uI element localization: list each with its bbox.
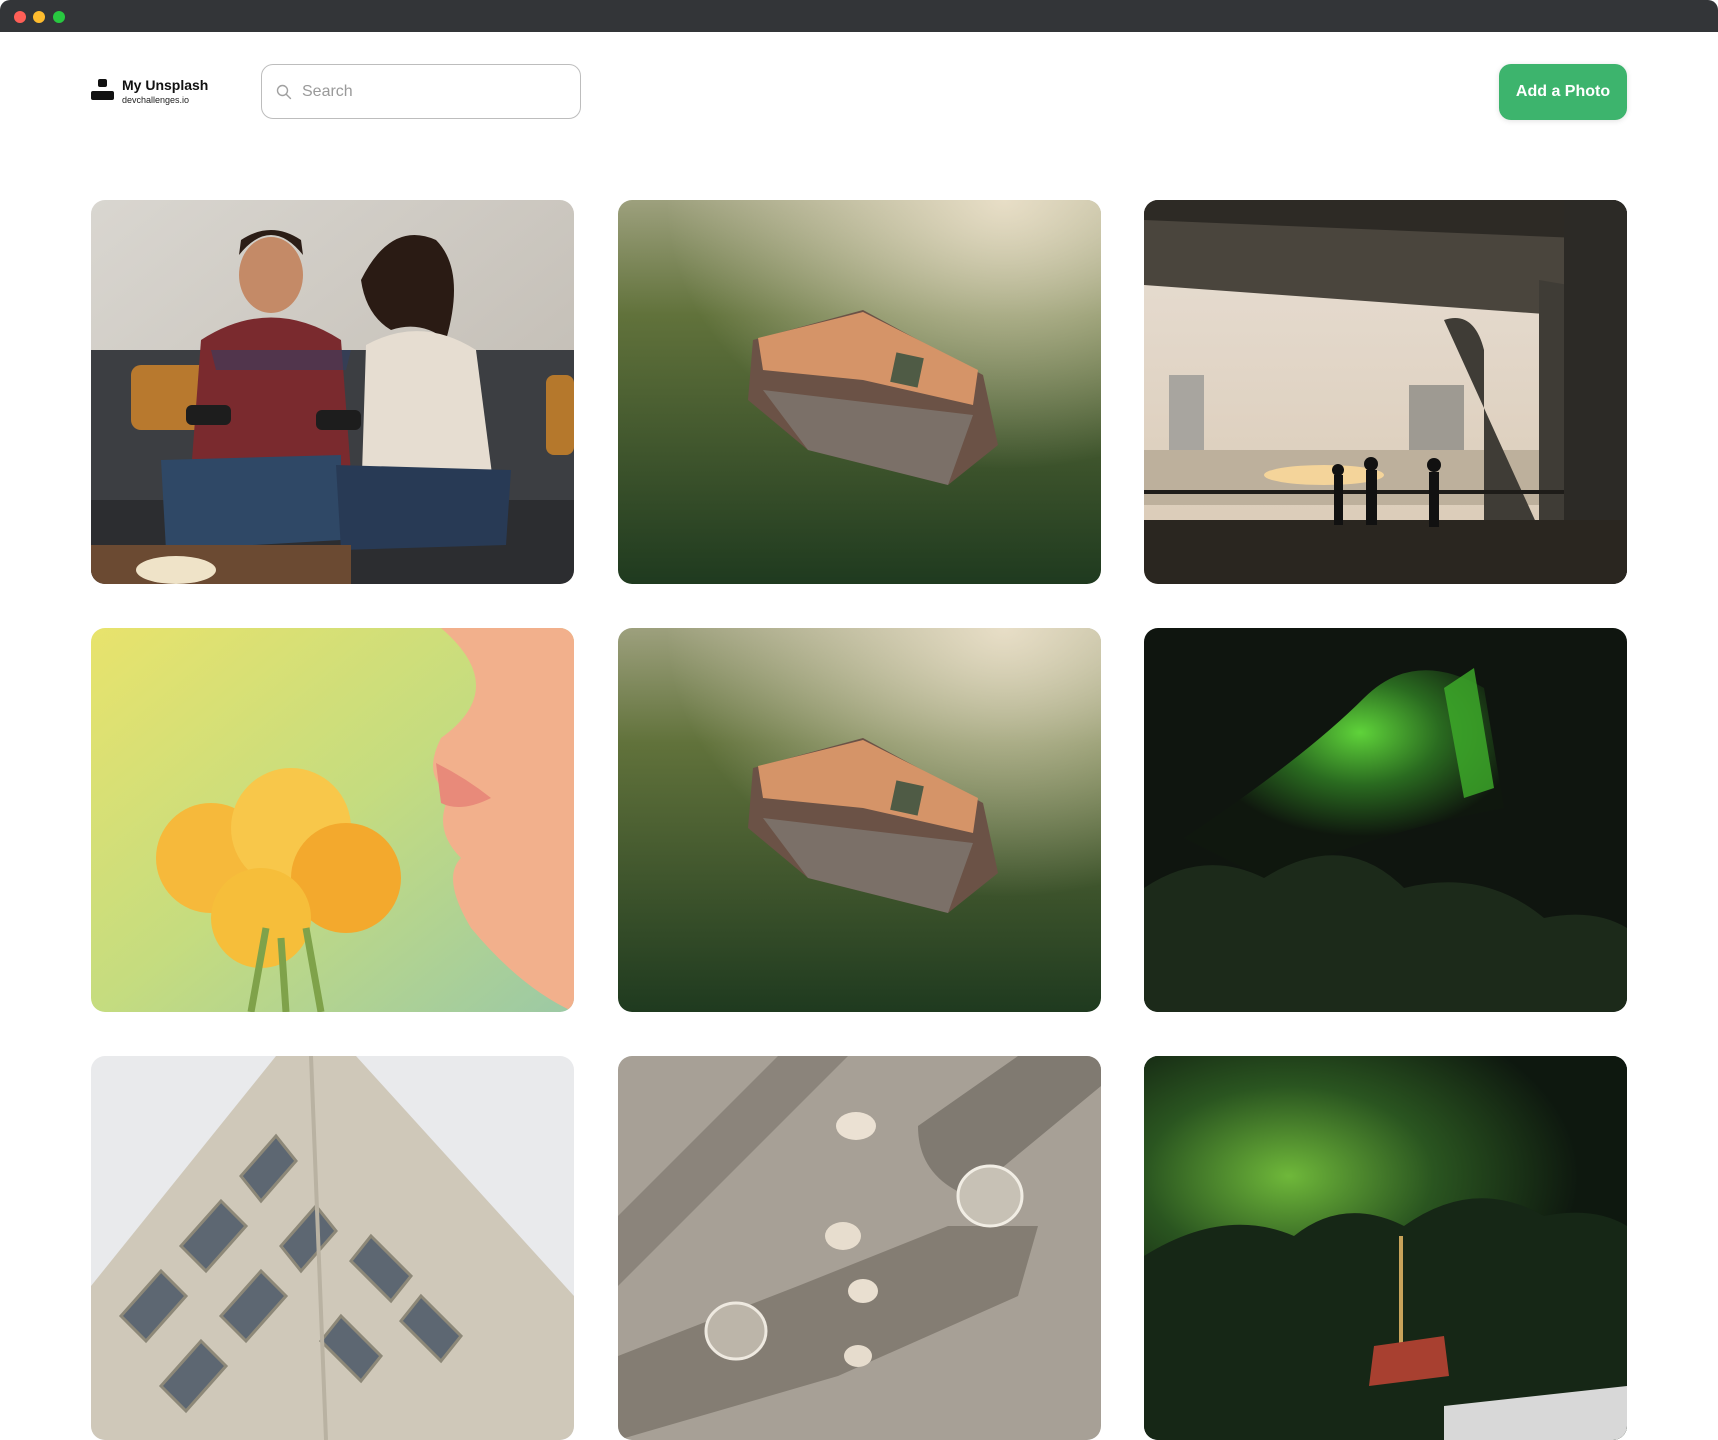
photo-building-facade: [91, 1056, 574, 1440]
gallery-photo[interactable]: [618, 1056, 1101, 1440]
gallery-photo[interactable]: [618, 628, 1101, 1012]
app-header: My Unsplash devchallenges.io Add a Photo: [0, 32, 1718, 152]
gallery-photo[interactable]: [1144, 200, 1627, 584]
photo-aurora-hills: [1144, 628, 1627, 1012]
search-box[interactable]: [261, 64, 581, 119]
photo-aurora-ship: [1144, 1056, 1627, 1440]
brand-logo[interactable]: My Unsplash devchallenges.io: [91, 77, 221, 111]
gallery-photo[interactable]: [91, 1056, 574, 1440]
photo-aerial-fortress: [618, 200, 1101, 584]
gallery-photo[interactable]: [91, 200, 574, 584]
photo-bridge-sunset: [1144, 200, 1627, 584]
brand-subtitle: devchallenges.io: [122, 95, 190, 105]
photo-eggs-glasses: [618, 1056, 1101, 1440]
gallery-photo[interactable]: [91, 628, 574, 1012]
gallery-photo[interactable]: [1144, 628, 1627, 1012]
minimize-window-button[interactable]: [33, 11, 45, 23]
photo-aerial-fortress: [618, 628, 1101, 1012]
window-titlebar: [0, 0, 1718, 32]
search-icon: [276, 84, 292, 100]
photo-couple-gaming: [91, 200, 574, 584]
close-window-button[interactable]: [14, 11, 26, 23]
brand-title: My Unsplash: [122, 77, 209, 93]
search-input[interactable]: [302, 65, 572, 118]
maximize-window-button[interactable]: [53, 11, 65, 23]
gallery-photo[interactable]: [618, 200, 1101, 584]
photo-flower-face: [91, 628, 574, 1012]
photo-gallery: [91, 200, 1627, 1440]
gallery-photo[interactable]: [1144, 1056, 1627, 1440]
add-photo-button[interactable]: Add a Photo: [1499, 64, 1627, 120]
logo-icon: [91, 77, 115, 101]
